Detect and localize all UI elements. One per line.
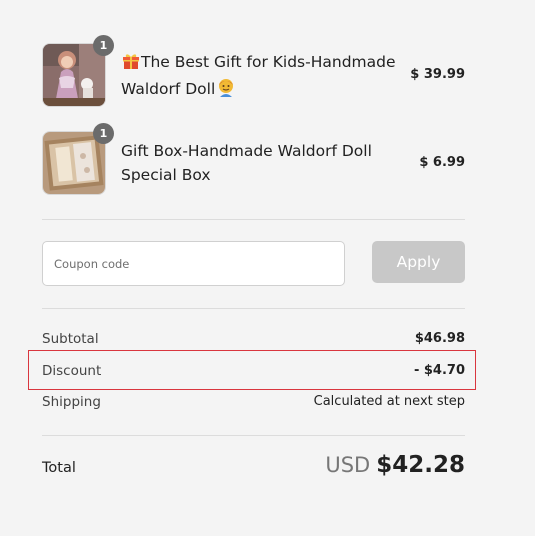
apply-coupon-button[interactable]: Apply [372,241,465,283]
total-row: Total USD $42.28 [42,452,465,486]
total-value: $42.28 [376,452,465,478]
divider [42,308,465,309]
shipping-row: Shipping Calculated at next step [42,394,465,414]
coupon-code-input[interactable] [42,241,345,286]
shipping-value: Calculated at next step [313,394,465,409]
subtotal-label: Subtotal [42,331,99,347]
quantity-badge: 1 [93,123,114,144]
line-item: 1 The Best Gift for Kids-Handmade Waldor… [42,35,465,107]
gift-icon [122,52,140,77]
product-thumbnail: 1 [42,35,114,107]
child-icon [216,77,236,104]
divider [42,219,465,220]
discount-highlight-box [28,350,476,390]
subtotal-value: $46.98 [414,331,465,346]
subtotal-row: Subtotal $46.98 [42,331,465,351]
line-item: 1 Gift Box-Handmade Waldorf Doll Special… [42,123,465,195]
shipping-label: Shipping [42,394,101,410]
total-amount: USD $42.28 [325,452,465,478]
item-price: $ 6.99 [419,155,465,170]
product-thumbnail: 1 [42,123,114,195]
divider [42,435,465,436]
total-label: Total [42,460,76,476]
item-title: The Best Gift for Kids-Handmade Waldorf … [121,50,396,104]
quantity-badge: 1 [93,35,114,56]
item-title: Gift Box-Handmade Waldorf Doll Special B… [121,142,372,184]
item-title-text: The Best Gift for Kids-Handmade Waldorf … [121,53,396,98]
total-currency: USD [325,453,371,477]
item-price: $ 39.99 [410,67,465,82]
